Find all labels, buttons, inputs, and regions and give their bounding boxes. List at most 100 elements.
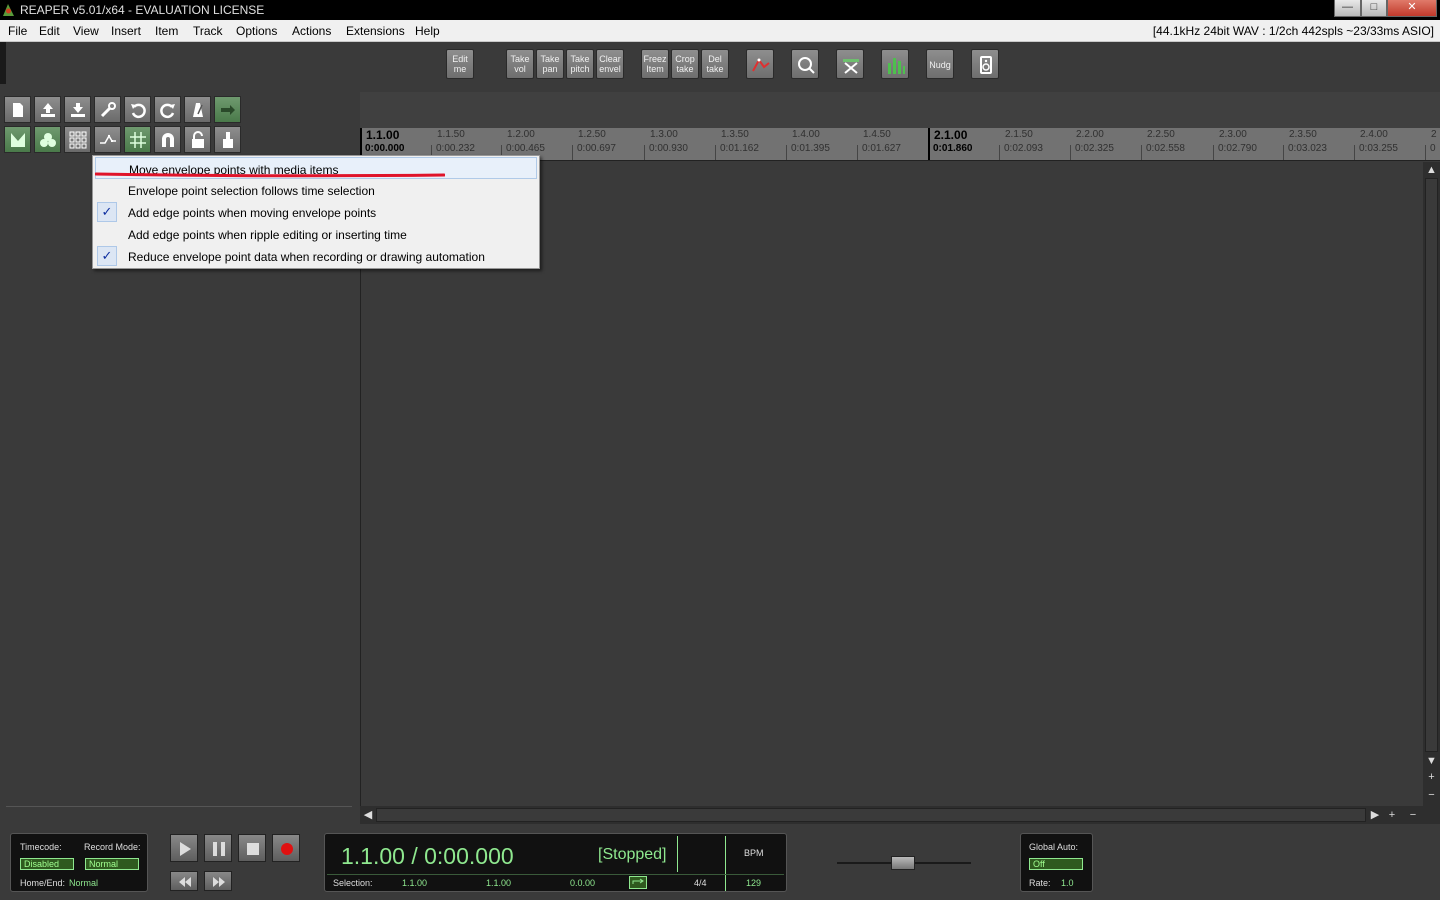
- mixer-button[interactable]: [881, 49, 909, 79]
- menu-item-reduce-envelope-data[interactable]: ✓ Reduce envelope point data when record…: [95, 245, 537, 267]
- selection-end[interactable]: 1.1.00: [486, 878, 511, 888]
- freeze-item-button[interactable]: Freez Item: [641, 49, 669, 79]
- menu-view[interactable]: View: [73, 24, 99, 38]
- zoom-in-horizontal-button[interactable]: +: [1385, 808, 1399, 822]
- global-auto-value[interactable]: Off: [1029, 858, 1083, 870]
- envelope-curve-icon: [752, 58, 770, 72]
- zoom-out-vertical-button[interactable]: −: [1424, 788, 1439, 802]
- clear-envelope-button[interactable]: Clear envel: [596, 49, 624, 79]
- open-project-button[interactable]: [34, 96, 61, 123]
- bpm-value[interactable]: 129: [746, 878, 761, 888]
- playrate-slider-thumb[interactable]: [891, 856, 915, 870]
- scroll-down-button[interactable]: ▼: [1424, 754, 1439, 768]
- position-display-panel[interactable]: 1.1.00 / 0:00.000 [Stopped] BPM Selectio…: [324, 833, 787, 892]
- auto-crossfade-button[interactable]: [214, 96, 241, 123]
- ripple-edit-button[interactable]: [4, 126, 31, 153]
- scroll-right-button[interactable]: ▶: [1368, 808, 1382, 822]
- menu-edit[interactable]: Edit: [39, 24, 60, 38]
- new-file-icon: [13, 103, 23, 117]
- edit-mode-label-1: Edit: [452, 54, 468, 64]
- maximize-button[interactable]: □: [1361, 0, 1387, 17]
- menu-item-add-edge-points-moving[interactable]: ✓ Add edge points when moving envelope p…: [95, 201, 537, 223]
- menu-file[interactable]: File: [8, 24, 27, 38]
- search-button[interactable]: [791, 49, 819, 79]
- redo-button[interactable]: [154, 96, 181, 123]
- new-project-button[interactable]: [4, 96, 31, 123]
- position-display[interactable]: 1.1.00 / 0:00.000: [341, 843, 514, 870]
- delete-take-button[interactable]: Del take: [701, 49, 729, 79]
- rate-value[interactable]: 1.0: [1061, 878, 1074, 888]
- selection-start[interactable]: 1.1.00: [402, 878, 427, 888]
- audio-device-status[interactable]: [44.1kHz 24bit WAV : 1/2ch 442spls ~23/3…: [1153, 24, 1434, 38]
- horizontal-scrollbar[interactable]: ◀ ▶ + −: [360, 806, 1440, 824]
- main-toolbar: Edit me Take vol Take pan Take pitch Clear en…: [0, 42, 1440, 92]
- record-mode-value[interactable]: Normal: [85, 858, 139, 870]
- nudge-button[interactable]: Nudg: [926, 49, 954, 79]
- zoom-out-horizontal-button[interactable]: −: [1406, 808, 1420, 822]
- play-icon: [180, 842, 191, 856]
- menu-track[interactable]: Track: [193, 24, 223, 38]
- undo-icon: [131, 103, 146, 119]
- selection-length[interactable]: 0.0.00: [570, 878, 595, 888]
- stop-button[interactable]: [238, 834, 266, 862]
- menu-help[interactable]: Help: [415, 24, 440, 38]
- zoom-in-vertical-button[interactable]: +: [1424, 770, 1439, 784]
- edit-mode-button[interactable]: Edit me: [446, 49, 474, 79]
- timecode-value[interactable]: Disabled: [20, 858, 74, 870]
- arrow-right-icon: [221, 105, 235, 115]
- crop-take-button[interactable]: Crop take: [671, 49, 699, 79]
- undo-button[interactable]: [124, 96, 151, 123]
- menu-extensions[interactable]: Extensions: [346, 24, 405, 38]
- selection-label: Selection:: [333, 878, 373, 888]
- scroll-up-button[interactable]: ▲: [1424, 163, 1439, 177]
- tool-brush-button[interactable]: [214, 126, 241, 153]
- envelope-tool-button[interactable]: [746, 49, 774, 79]
- envelope-options-button[interactable]: [94, 126, 121, 153]
- record-icon: [281, 843, 293, 855]
- menu-actions[interactable]: Actions: [292, 24, 331, 38]
- fast-forward-button[interactable]: [204, 871, 232, 891]
- horizontal-scroll-track[interactable]: [376, 808, 1366, 822]
- menu-item[interactable]: Item: [155, 24, 178, 38]
- display-separator: [725, 836, 726, 891]
- locking-button[interactable]: [184, 126, 211, 153]
- record-button[interactable]: [272, 834, 300, 862]
- group-icon: [40, 133, 56, 147]
- menu-item-add-edge-points-ripple[interactable]: Add edge points when ripple editing or i…: [95, 223, 537, 245]
- pause-icon: [213, 842, 225, 856]
- loop-icon[interactable]: [629, 876, 647, 889]
- vertical-scrollbar[interactable]: ▲ ▼ + −: [1423, 162, 1440, 806]
- project-settings-button[interactable]: [94, 96, 121, 123]
- take-pan-button[interactable]: Take pan: [536, 49, 564, 79]
- brush-icon: [223, 132, 233, 148]
- time-signature[interactable]: 4/4: [694, 878, 707, 888]
- save-project-button[interactable]: [64, 96, 91, 123]
- snap-button[interactable]: [154, 126, 181, 153]
- grid-icon: [69, 131, 87, 149]
- play-button[interactable]: [170, 834, 198, 862]
- checkmark-icon: ✓: [97, 202, 117, 222]
- speaker-button[interactable]: [971, 49, 999, 79]
- close-button[interactable]: ✕: [1387, 0, 1437, 17]
- minimize-button[interactable]: —: [1334, 0, 1361, 17]
- group-button[interactable]: [34, 126, 61, 153]
- trim-tool-button[interactable]: [836, 49, 864, 79]
- menu-item-selection-follows-time[interactable]: Envelope point selection follows time se…: [95, 179, 537, 201]
- grid-view-button[interactable]: [64, 126, 91, 153]
- scroll-left-button[interactable]: ◀: [361, 808, 375, 822]
- magnet-icon: [162, 133, 174, 147]
- take-pitch-button[interactable]: Take pitch: [566, 49, 594, 79]
- snap-grid-button[interactable]: [124, 126, 151, 153]
- window-title: REAPER v5.01/x64 - EVALUATION LICENSE: [20, 3, 265, 17]
- toolbar-dock-handle[interactable]: [0, 42, 6, 84]
- home-end-value[interactable]: Normal: [69, 878, 98, 888]
- ruler-region-lane[interactable]: [360, 92, 1440, 128]
- rewind-button[interactable]: [170, 871, 198, 891]
- take-vol-button[interactable]: Take vol: [506, 49, 534, 79]
- menu-insert[interactable]: Insert: [111, 24, 141, 38]
- vertical-scroll-track[interactable]: [1425, 178, 1438, 752]
- pause-button[interactable]: [204, 834, 232, 862]
- menu-item-label: Reduce envelope point data when recordin…: [128, 250, 485, 264]
- metronome-button[interactable]: [184, 96, 211, 123]
- menu-options[interactable]: Options: [236, 24, 277, 38]
